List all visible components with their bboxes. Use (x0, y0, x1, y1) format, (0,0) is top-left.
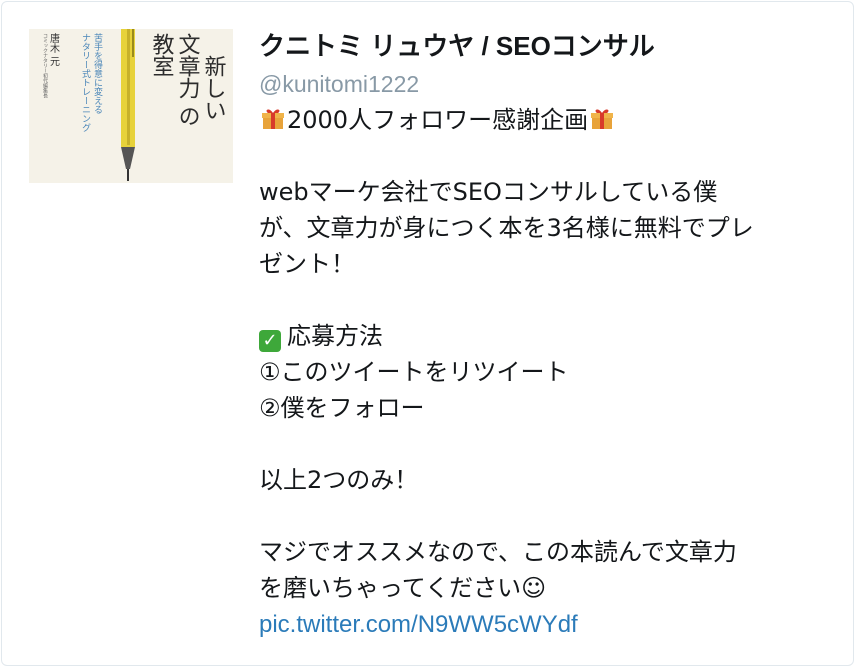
check-mark-icon: ✓ (259, 330, 281, 352)
tweet-line-4: ゼント！ (259, 250, 355, 278)
tweet-content: クニトミ リュウヤ / SEOコンサル @kunitomi1222 2000人フ… (259, 28, 844, 643)
tweet-line-6: 応募方法 (287, 322, 383, 350)
tweet-line-2: webマーケ会社でSEOコンサルしている僕 (259, 178, 718, 206)
book-title-1: 新しい (201, 55, 227, 121)
tweet-card[interactable]: 新しい 文章力 の 教室 苦手を得意に変える ナタリー式トレーニング コミックナ… (1, 1, 854, 666)
tweet-line-apply: ✓ 応募方法 (259, 318, 844, 354)
tweet-line-0: 2000人フォロワー感謝企画 (287, 106, 589, 134)
tweet-media-link[interactable]: pic.twitter.com/N9WW5cWYdf (259, 607, 578, 643)
book-title-2: 文章力 (175, 33, 201, 99)
tweet-line-8: ②僕をフォロー (259, 394, 425, 422)
tweet-line-10: 以上2つのみ！ (259, 466, 419, 494)
tweet-line-13: を磨いちゃってください☺ (259, 574, 547, 602)
tweet-text: 2000人フォロワー感謝企画 webマーケ会社でSEOコンサルしている僕 が、文… (259, 102, 844, 643)
tweet-line-title: 2000人フォロワー感謝企画 (259, 102, 844, 138)
gift-icon (261, 104, 285, 129)
book-title-3: の (175, 105, 200, 127)
book-subtitle-b: ナタリー式トレーニング (80, 33, 91, 132)
tweet-line-7: ①このツイートをリツイート (259, 358, 569, 386)
user-handle[interactable]: @kunitomi1222 (259, 68, 844, 100)
book-title-4: 教室 (149, 33, 175, 77)
book-cover-image[interactable]: 新しい 文章力 の 教室 苦手を得意に変える ナタリー式トレーニング コミックナ… (29, 29, 233, 183)
book-cover-art: 新しい 文章力 の 教室 苦手を得意に変える ナタリー式トレーニング コミックナ… (29, 29, 233, 183)
book-subtitle-a: 苦手を得意に変える (92, 32, 103, 114)
tweet-line-3: が、文章力が身につく本を3名様に無料でプレ (259, 214, 754, 242)
book-author: 唐木 元 (48, 32, 60, 66)
display-name[interactable]: クニトミ リュウヤ / SEOコンサル (259, 28, 844, 64)
gift-icon (590, 104, 614, 129)
tweet-line-12: マジでオススメなので、この本読んで文章力 (259, 538, 737, 566)
